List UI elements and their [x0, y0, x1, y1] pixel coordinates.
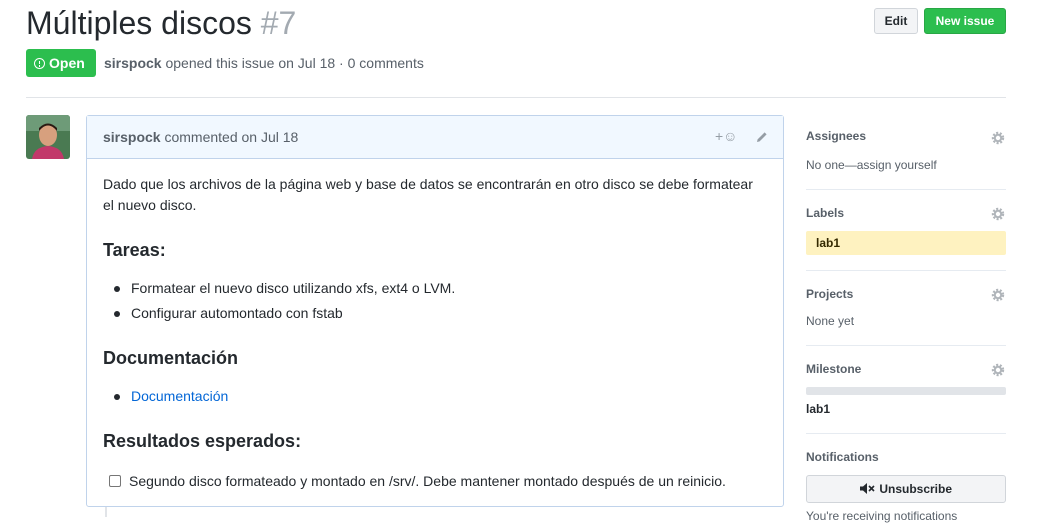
label-badge[interactable]: lab1 [806, 231, 1006, 255]
projects-value: None yet [806, 314, 855, 328]
unsubscribe-button[interactable]: Unsubscribe [806, 475, 1006, 503]
sidebar-divider [806, 189, 1006, 190]
task-list: Formatear el nuevo disco utilizando xfs,… [103, 276, 455, 326]
issue-title: Múltiples discos #7 [26, 2, 296, 44]
milestone-value[interactable]: lab1 [806, 402, 830, 416]
milestone-title: Milestone [806, 362, 862, 376]
task-checkbox[interactable] [109, 475, 121, 487]
mute-icon [859, 483, 875, 494]
milestone-progress-bar [806, 387, 1006, 395]
issue-opened-text: opened this issue on Jul 18 · 0 comments [165, 55, 424, 71]
notifications-note: You're receiving notifications [806, 509, 958, 523]
edit-button[interactable]: Edit [874, 8, 918, 34]
status-badge-label: Open [49, 55, 85, 71]
section-documentacion-heading: Documentación [103, 348, 239, 368]
section-resultados-heading: Resultados esperados: [103, 431, 302, 451]
list-item: Formatear el nuevo disco utilizando xfs,… [103, 276, 455, 301]
status-badge: Open [26, 49, 96, 77]
gear-icon[interactable] [991, 207, 1005, 221]
gear-icon[interactable] [991, 288, 1005, 302]
comment-author-line: sirspock commented on Jul 18 [103, 129, 298, 145]
issue-number: #7 [260, 5, 297, 41]
gear-icon[interactable] [991, 363, 1005, 377]
header-divider [26, 97, 1006, 98]
documentation-link[interactable]: Documentación [131, 388, 228, 404]
open-issue-icon [34, 58, 45, 69]
expected-task-item: Segundo disco formateado y montado en /s… [109, 473, 726, 489]
issue-title-text: Múltiples discos [26, 5, 252, 41]
expected-task-text: Segundo disco formateado y montado en /s… [129, 473, 726, 489]
pencil-icon[interactable] [755, 130, 769, 149]
timeline-line [105, 507, 107, 517]
section-tareas-heading: Tareas: [103, 240, 166, 260]
comment-intro: Dado que los archivos de la página web y… [103, 176, 753, 213]
comment-body: Dado que los archivos de la página web y… [103, 174, 763, 216]
assignees-title: Assignees [806, 129, 867, 143]
issue-author-link[interactable]: sirspock [104, 55, 162, 71]
comment-action: commented on Jul 18 [164, 129, 299, 145]
comment-box: sirspock commented on Jul 18 +☺ Dado que… [86, 115, 784, 507]
sidebar-divider [806, 270, 1006, 271]
doc-list: Documentación [103, 384, 228, 409]
list-item: Documentación [103, 384, 228, 409]
projects-title: Projects [806, 287, 854, 301]
issue-meta: sirspock opened this issue on Jul 18 · 0… [104, 55, 424, 71]
sidebar-divider [806, 433, 1006, 434]
list-item: Configurar automontado con fstab [103, 301, 455, 326]
unsubscribe-label: Unsubscribe [879, 482, 953, 496]
sidebar-divider [806, 345, 1006, 346]
smiley-icon[interactable]: +☺ [715, 128, 737, 144]
notifications-title: Notifications [806, 450, 879, 464]
comment-author-link[interactable]: sirspock [103, 129, 161, 145]
labels-title: Labels [806, 206, 845, 220]
new-issue-button[interactable]: New issue [924, 8, 1006, 34]
assignees-value[interactable]: No one—assign yourself [806, 158, 937, 172]
gear-icon[interactable] [991, 131, 1005, 145]
avatar[interactable] [26, 115, 70, 159]
comment-header: sirspock commented on Jul 18 +☺ [87, 116, 783, 159]
